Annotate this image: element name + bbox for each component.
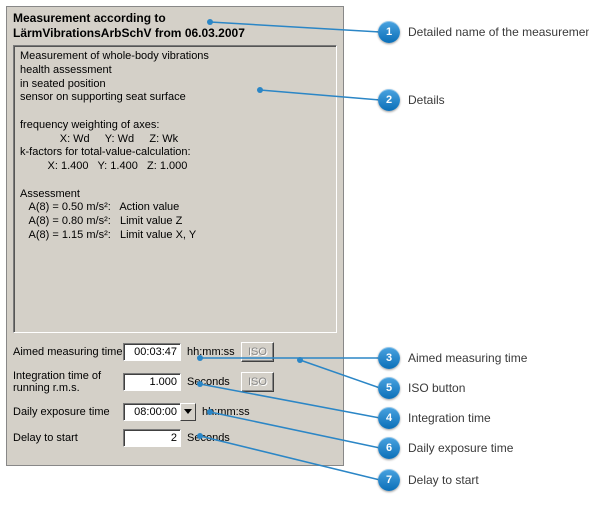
callout-7: 7 Delay to start <box>378 469 479 491</box>
form-area: Aimed measuring time hh:mm:ss ISO Integr… <box>7 339 343 449</box>
title-line-1: Measurement according to <box>13 11 166 25</box>
callout-text: Integration time <box>408 411 491 425</box>
callout-text: Daily exposure time <box>408 441 513 455</box>
callout-text: Aimed measuring time <box>408 351 527 365</box>
row-delay: Delay to start Seconds <box>13 427 337 449</box>
row-daily-exposure: Daily exposure time hh:mm:ss <box>13 401 337 423</box>
delay-unit: Seconds <box>187 432 241 444</box>
callout-text: Detailed name of the measurement mode <box>408 25 589 39</box>
details-textbox: Measurement of whole-body vibrations hea… <box>13 45 337 333</box>
callout-text: ISO button <box>408 381 465 395</box>
callout-1: 1 Detailed name of the measurement mode <box>378 21 589 43</box>
exposure-unit: hh:mm:ss <box>202 406 256 418</box>
aimed-time-unit: hh:mm:ss <box>187 346 241 358</box>
row-aimed-time: Aimed measuring time hh:mm:ss ISO <box>13 341 337 363</box>
panel-title: Measurement according to LärmVibrationsA… <box>7 7 343 43</box>
integration-input[interactable] <box>123 373 181 391</box>
exposure-input[interactable] <box>123 403 181 421</box>
callout-5: 5 ISO button <box>378 377 465 399</box>
delay-label: Delay to start <box>13 432 123 444</box>
callout-2: 2 Details <box>378 89 445 111</box>
integration-unit: Seconds <box>187 376 241 388</box>
title-line-2: LärmVibrationsArbSchV from 06.03.2007 <box>13 26 245 40</box>
callout-text: Details <box>408 93 445 107</box>
exposure-label: Daily exposure time <box>13 406 123 418</box>
integration-label: Integration time of running r.m.s. <box>13 370 123 394</box>
callout-text: Delay to start <box>408 473 479 487</box>
callout-badge: 6 <box>378 437 400 459</box>
aimed-time-input[interactable] <box>123 343 181 361</box>
callout-4: 4 Integration time <box>378 407 491 429</box>
callout-3: 3 Aimed measuring time <box>378 347 527 369</box>
callout-badge: 1 <box>378 21 400 43</box>
callout-badge: 4 <box>378 407 400 429</box>
aimed-iso-button[interactable]: ISO <box>241 342 274 362</box>
integration-iso-button[interactable]: ISO <box>241 372 274 392</box>
callout-badge: 7 <box>378 469 400 491</box>
delay-input[interactable] <box>123 429 181 447</box>
callout-6: 6 Daily exposure time <box>378 437 513 459</box>
callout-badge: 5 <box>378 377 400 399</box>
exposure-combo[interactable] <box>123 403 196 421</box>
measurement-panel: Measurement according to LärmVibrationsA… <box>6 6 344 466</box>
callout-badge: 2 <box>378 89 400 111</box>
chevron-down-icon[interactable] <box>180 403 196 421</box>
row-integration-time: Integration time of running r.m.s. Secon… <box>13 367 337 397</box>
aimed-time-label: Aimed measuring time <box>13 346 123 358</box>
callout-badge: 3 <box>378 347 400 369</box>
